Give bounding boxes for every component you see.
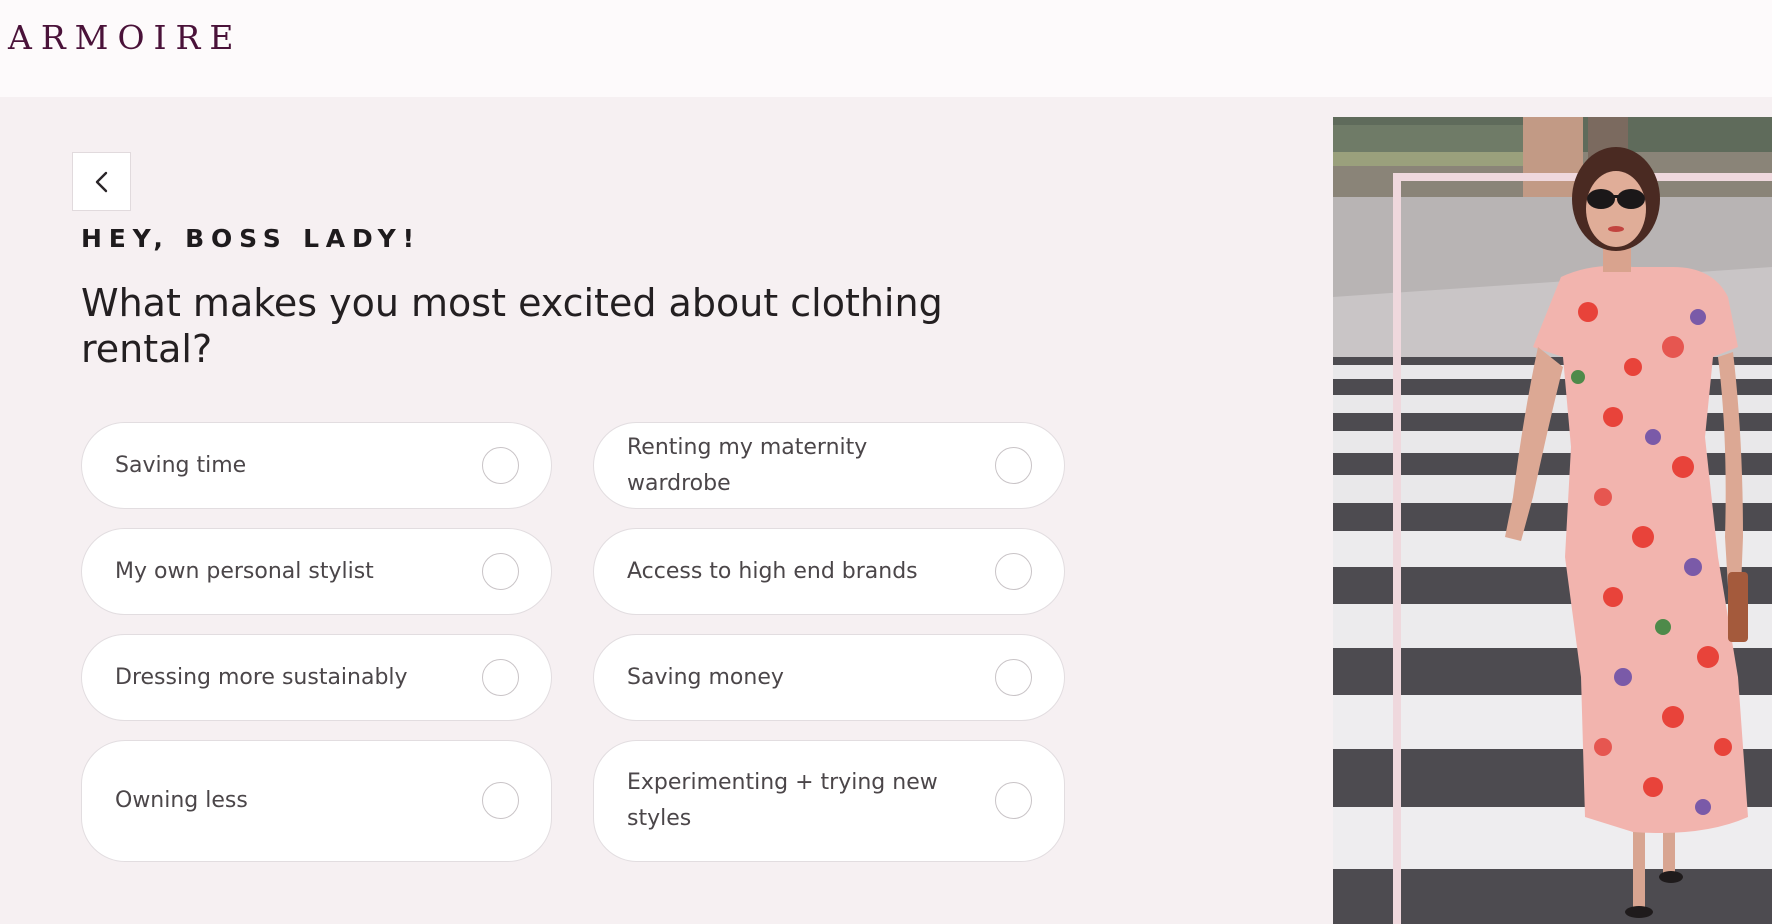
option-label: Renting my maternity wardrobe — [627, 434, 868, 496]
radio-button[interactable] — [995, 658, 1032, 696]
back-button[interactable] — [72, 152, 131, 211]
option-label: Owning less — [115, 788, 248, 813]
chevron-left-icon — [95, 171, 108, 193]
radio-button[interactable] — [482, 446, 519, 484]
hero-photo-illustration — [1333, 117, 1772, 924]
armoire-logo[interactable]: ARMOIRE — [8, 18, 243, 58]
option-label: Experimenting + trying new styles — [627, 770, 938, 831]
option-saving-time[interactable]: Saving time — [81, 422, 552, 509]
option-personal-stylist[interactable]: My own personal stylist — [81, 528, 552, 615]
quiz-eyebrow: HEY, BOSS LADY! — [81, 224, 421, 253]
option-maternity-wardrobe[interactable]: Renting my maternity wardrobe — [593, 422, 1065, 509]
quiz-question: What makes you most excited about clothi… — [81, 281, 943, 371]
option-high-end-brands[interactable]: Access to high end brands — [593, 528, 1065, 615]
radio-button[interactable] — [482, 782, 519, 819]
option-label: Dressing more sustainably — [115, 664, 408, 690]
option-dressing-sustainably[interactable]: Dressing more sustainably — [81, 634, 552, 721]
option-label: Access to high end brands — [627, 558, 918, 584]
option-label: Saving money — [627, 664, 784, 690]
radio-button[interactable] — [995, 782, 1032, 819]
site-header: ARMOIRE — [0, 0, 1772, 97]
radio-button[interactable] — [995, 446, 1032, 484]
radio-button[interactable] — [482, 552, 519, 590]
option-owning-less[interactable]: Owning less — [81, 740, 552, 862]
option-label: My own personal stylist — [115, 558, 374, 584]
option-saving-money[interactable]: Saving money — [593, 634, 1065, 721]
option-label: Saving time — [115, 452, 247, 478]
radio-button[interactable] — [482, 658, 519, 696]
radio-button[interactable] — [995, 552, 1032, 590]
hero-photo — [1333, 117, 1772, 924]
option-experimenting-styles[interactable]: Experimenting + trying new styles — [593, 740, 1065, 862]
